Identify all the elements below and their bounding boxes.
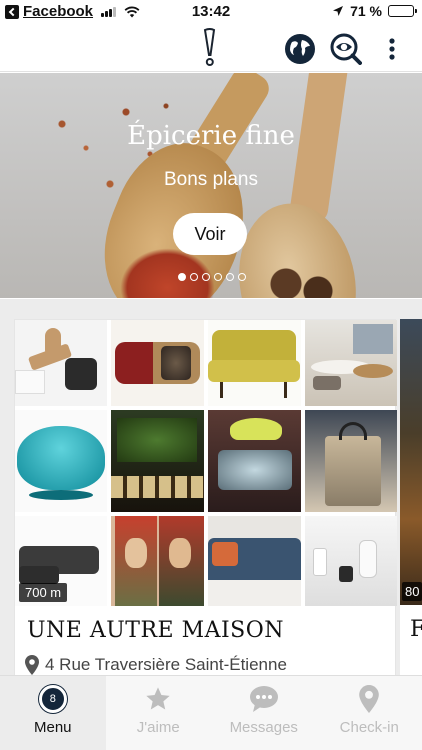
carousel-dot[interactable] [226,273,234,281]
tab-messages[interactable]: Messages [211,676,317,750]
photo-tile[interactable] [305,320,397,406]
place-address-text: 4 Rue Traversière Saint-Étienne [45,655,287,674]
carousel-dot[interactable] [238,273,246,281]
bottom-tab-bar: 8 Menu J'aime Messages Check-in [0,675,422,750]
location-arrow-icon [333,6,344,16]
place-name[interactable]: F [410,617,422,642]
chat-bubble-icon [249,686,278,712]
battery-percent: 71 % [350,3,382,19]
distance-badge: 700 m [19,583,68,602]
app-header [0,24,422,72]
photo-tile[interactable] [111,320,204,406]
tab-label: Menu [33,719,72,736]
exclamation-logo-icon[interactable] [199,28,221,68]
photo-tile[interactable] [305,410,397,512]
menu-badge-icon: 8 [38,685,67,713]
place-card[interactable]: 80 F [400,319,422,675]
photo-tile[interactable] [208,516,301,606]
carousel-dots [178,273,246,281]
photo-tile[interactable] [15,320,107,406]
carousel-dot[interactable] [178,273,186,281]
photo-tile[interactable] [305,516,397,606]
photo-tile[interactable] [111,410,204,512]
tab-label: J'aime [136,719,180,736]
tab-label: Messages [229,719,298,736]
photo-tile[interactable] [208,320,301,406]
photo-tile[interactable] [15,410,107,512]
status-bar: Facebook 13:42 71 % [0,0,422,24]
banner-view-button[interactable]: Voir [173,213,247,255]
photo-tile[interactable] [111,516,204,606]
star-icon [146,687,170,710]
tab-checkin[interactable]: Check-in [317,676,422,750]
places-list: 700 m UNE AUTRE MAISON 4 Rue Traversière… [0,299,422,675]
distance-badge: 80 [402,582,422,601]
photo-tile[interactable] [208,410,301,512]
place-name[interactable]: UNE AUTRE MAISON [27,618,284,643]
banner-subtitle: Bons plans [163,169,258,190]
tab-label: Check-in [339,719,399,736]
battery-icon [388,5,417,17]
carousel-dot[interactable] [190,273,198,281]
more-vertical-icon[interactable] [375,32,409,66]
location-pin-icon [359,685,380,713]
tab-menu[interactable]: 8 Menu [0,676,106,750]
eye-search-icon[interactable] [329,32,363,66]
promo-banner[interactable]: Épicerie fine Bons plans Voir [0,73,422,298]
tab-jaime[interactable]: J'aime [106,676,212,750]
carousel-dot[interactable] [214,273,222,281]
banner-title: Épicerie fine [127,121,295,151]
globe-icon[interactable] [283,32,317,66]
carousel-dot[interactable] [202,273,210,281]
place-card[interactable]: 700 m UNE AUTRE MAISON 4 Rue Traversière… [14,319,397,675]
place-address: 4 Rue Traversière Saint-Étienne [25,655,287,675]
photo-tile[interactable]: 80 [400,319,422,605]
photo-tile[interactable]: 700 m [15,516,107,606]
location-pin-icon [25,655,39,675]
